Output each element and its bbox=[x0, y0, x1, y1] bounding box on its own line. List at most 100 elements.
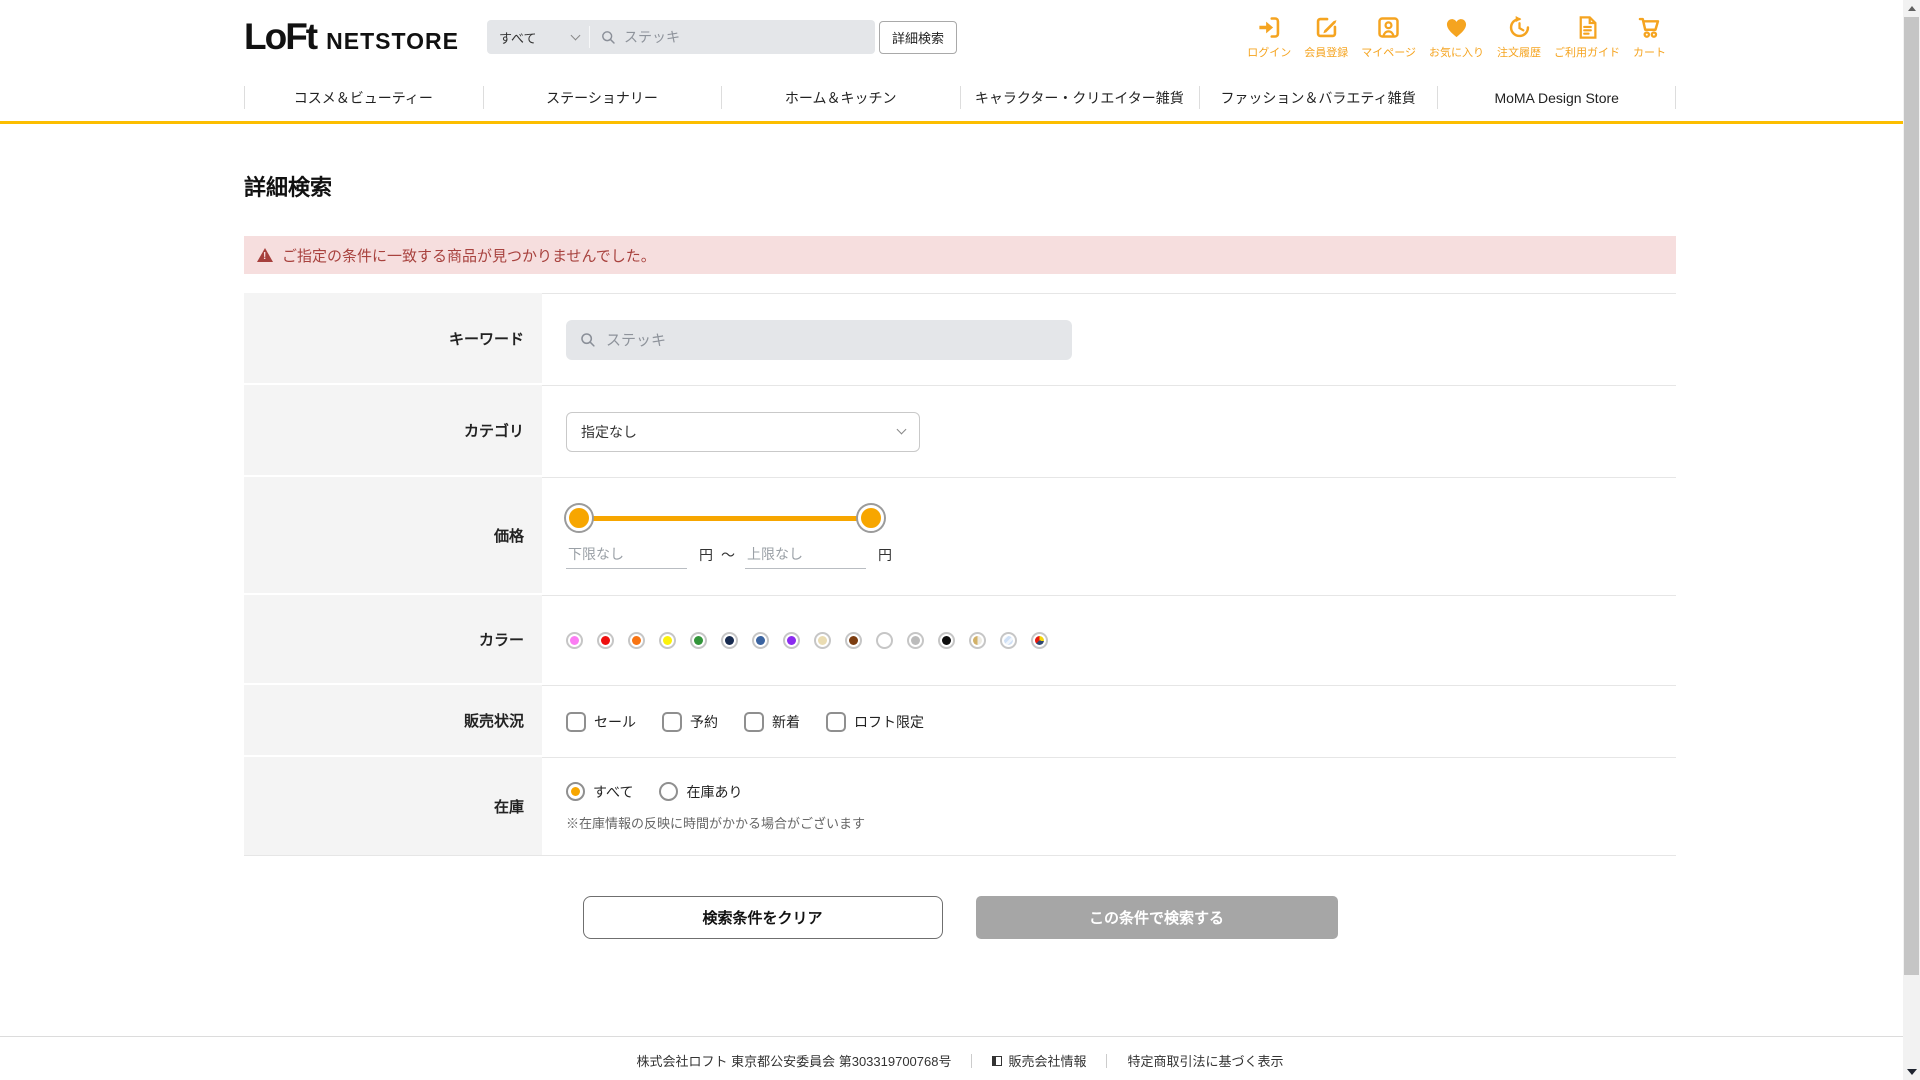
footer-link-label: 販売会社情報 bbox=[1008, 1054, 1087, 1069]
quick-link-register[interactable]: 会員登録 bbox=[1304, 14, 1348, 60]
search-form: キーワード カテゴリ 指定なし bbox=[244, 293, 1676, 856]
color-swatch-beige[interactable] bbox=[814, 632, 831, 649]
form-row-sales-status: 販売状況 セール 予約 新着 ロフト限定 bbox=[244, 685, 1676, 757]
price-slider-min-handle[interactable] bbox=[566, 504, 592, 531]
scrollbar-thumb[interactable] bbox=[1904, 17, 1919, 975]
search-with-conditions-button[interactable]: この条件で検索する bbox=[975, 896, 1338, 939]
footer-divider bbox=[971, 1053, 973, 1068]
price-max-unit: 円 bbox=[878, 546, 892, 563]
quick-link-cart[interactable]: カート bbox=[1633, 14, 1666, 60]
color-swatch-clear[interactable] bbox=[1000, 632, 1017, 649]
scroll-down-arrow[interactable] bbox=[1903, 1063, 1920, 1080]
sales-status-options: セール 予約 新着 ロフト限定 bbox=[566, 711, 1676, 732]
checkbox-reservation[interactable]: 予約 bbox=[662, 711, 718, 732]
footer-link-company-info[interactable]: 販売会社情報 bbox=[992, 1051, 1086, 1070]
price-range-slider bbox=[566, 504, 884, 531]
scroll-up-arrow[interactable] bbox=[1903, 0, 1920, 17]
stock-label: 在庫 bbox=[244, 757, 542, 855]
price-range-separator: ～ bbox=[721, 546, 735, 563]
color-swatch-yellow[interactable] bbox=[659, 632, 676, 649]
form-row-color: カラー bbox=[244, 595, 1676, 685]
checkbox-sale[interactable]: セール bbox=[566, 711, 636, 732]
color-swatch-white[interactable] bbox=[876, 632, 893, 649]
up-triangle-icon bbox=[1907, 6, 1916, 11]
search-icon bbox=[581, 333, 595, 347]
company-info-icon bbox=[992, 1055, 1003, 1066]
color-swatch-pink[interactable] bbox=[566, 632, 583, 649]
nav-item-character[interactable]: キャラクター・クリエイター雑貨 bbox=[960, 74, 1199, 121]
nav-item-home-kitchen[interactable]: ホーム＆キッチン bbox=[721, 74, 960, 121]
form-row-category: カテゴリ 指定なし bbox=[244, 385, 1676, 477]
nav-item-cosme[interactable]: コスメ＆ビューティー bbox=[244, 74, 483, 121]
cart-icon bbox=[1638, 17, 1660, 38]
error-banner: ご指定の条件に一致する商品が見つかりませんでした。 bbox=[244, 236, 1676, 274]
color-swatch-orange[interactable] bbox=[628, 632, 645, 649]
page: LoFt NETSTORE すべて ステッキ 詳細検索 ログイン 会員登録 マイ… bbox=[0, 0, 1920, 1080]
clear-conditions-button[interactable]: 検索条件をクリア bbox=[582, 896, 943, 939]
checkbox-new-arrival[interactable]: 新着 bbox=[744, 711, 800, 732]
keyword-label: キーワード bbox=[244, 293, 542, 385]
color-swatch-gray[interactable] bbox=[907, 632, 924, 649]
register-icon bbox=[1316, 17, 1337, 38]
loft-logo[interactable]: LoFt NETSTORE bbox=[244, 16, 459, 58]
checkbox-box[interactable] bbox=[744, 711, 764, 732]
chevron-down-icon bbox=[896, 424, 907, 435]
price-min-input[interactable] bbox=[566, 545, 687, 569]
detail-search-button[interactable]: 詳細検索 bbox=[878, 20, 957, 54]
scrollbar[interactable] bbox=[1903, 0, 1920, 1080]
form-row-keyword: キーワード bbox=[244, 293, 1676, 385]
category-nav: コスメ＆ビューティー ステーショナリー ホーム＆キッチン キャラクター・クリエイ… bbox=[0, 74, 1920, 124]
color-swatch-green[interactable] bbox=[690, 632, 707, 649]
quick-link-label: 注文履歴 bbox=[1497, 47, 1541, 59]
quick-link-favorites[interactable]: お気に入り bbox=[1429, 14, 1484, 60]
checkbox-box[interactable] bbox=[566, 711, 586, 732]
radio-button[interactable] bbox=[659, 782, 679, 801]
site-footer: 株式会社ロフト 東京都公安委員会 第303319700768号 販売会社情報 特… bbox=[0, 1036, 1920, 1080]
color-swatch-red[interactable] bbox=[597, 632, 614, 649]
color-swatch-purple[interactable] bbox=[783, 632, 800, 649]
footer-link-commercial-law[interactable]: 特定商取引法に基づく表示 bbox=[1127, 1051, 1283, 1070]
header-search-input[interactable] bbox=[623, 29, 865, 45]
price-slider-max-handle[interactable] bbox=[858, 504, 884, 531]
footer-company-line: 株式会社ロフト 東京都公安委員会 第303319700768号 bbox=[636, 1054, 952, 1069]
warning-icon bbox=[257, 248, 273, 262]
quick-link-order-history[interactable]: 注文履歴 bbox=[1497, 14, 1541, 60]
loft-logo-mark: LoFt bbox=[244, 16, 318, 57]
color-swatch-navy[interactable] bbox=[721, 632, 738, 649]
checkbox-label: 新着 bbox=[772, 713, 800, 730]
price-max-input[interactable] bbox=[745, 545, 866, 569]
color-swatch-multicolor[interactable] bbox=[1031, 632, 1048, 649]
radio-in-stock[interactable]: 在庫あり bbox=[659, 782, 742, 802]
quick-link-label: カート bbox=[1633, 47, 1666, 59]
color-swatch-gold-silver[interactable] bbox=[969, 632, 986, 649]
site-header: LoFt NETSTORE すべて ステッキ 詳細検索 ログイン 会員登録 マイ… bbox=[0, 0, 1920, 124]
footer-divider bbox=[1106, 1053, 1108, 1068]
main-content: 詳細検索 ご指定の条件に一致する商品が見つかりませんでした。 キーワード bbox=[244, 170, 1676, 939]
nav-item-stationery[interactable]: ステーショナリー bbox=[482, 74, 722, 121]
color-swatch-black[interactable] bbox=[938, 632, 955, 649]
nav-item-fashion-variety[interactable]: ファッション＆バラエティ雑貨 bbox=[1198, 74, 1438, 121]
quick-link-guide[interactable]: ご利用ガイド bbox=[1554, 14, 1620, 60]
keyword-input[interactable] bbox=[606, 331, 1059, 348]
checkbox-loft-limited[interactable]: ロフト限定 bbox=[826, 711, 924, 732]
quick-link-login[interactable]: ログイン bbox=[1247, 14, 1291, 60]
radio-label: 在庫あり bbox=[686, 783, 743, 800]
mypage-icon bbox=[1378, 17, 1399, 38]
heart-icon bbox=[1446, 19, 1467, 38]
quick-link-mypage[interactable]: マイページ bbox=[1361, 14, 1416, 60]
price-slider-track[interactable] bbox=[578, 515, 872, 521]
checkbox-box[interactable] bbox=[662, 711, 682, 732]
price-label: 価格 bbox=[244, 477, 542, 595]
checkbox-box[interactable] bbox=[826, 711, 846, 732]
nav-item-moma[interactable]: MoMA Design Store bbox=[1437, 74, 1676, 121]
radio-button-selected[interactable] bbox=[566, 782, 585, 801]
color-swatch-blue[interactable] bbox=[752, 632, 769, 649]
quick-link-label: ご利用ガイド bbox=[1554, 47, 1620, 59]
category-select-value: 指定なし bbox=[581, 423, 637, 440]
radio-all[interactable]: すべて bbox=[566, 782, 633, 802]
stock-options: すべて 在庫あり bbox=[566, 782, 1676, 802]
search-category-select[interactable]: すべて bbox=[487, 20, 589, 54]
radio-label: すべて bbox=[593, 783, 634, 800]
category-select[interactable]: 指定なし bbox=[566, 411, 920, 452]
color-swatch-brown[interactable] bbox=[845, 632, 862, 649]
